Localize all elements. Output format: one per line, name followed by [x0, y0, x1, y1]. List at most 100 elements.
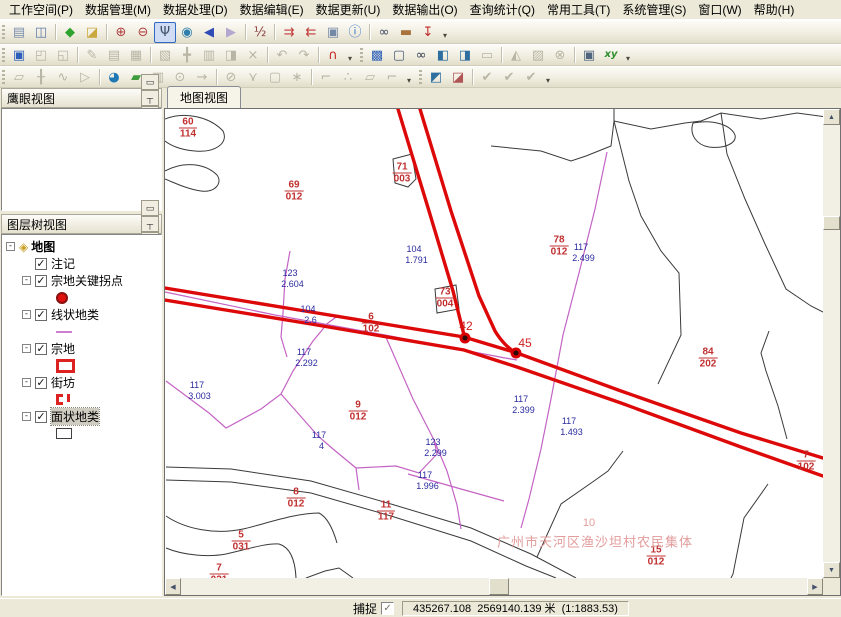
toolbar-grip[interactable]	[2, 25, 5, 40]
menu-data-update[interactable]: 数据更新(U)	[310, 0, 387, 20]
image-display-button[interactable]: ◪	[81, 22, 103, 43]
horizontal-scrollbar[interactable]: ◀ ▶	[165, 578, 823, 595]
block-checkbox[interactable]: ✓	[35, 377, 47, 389]
toolbar-overflow-button[interactable]: ▾	[439, 22, 451, 42]
measure-icon: ▬	[400, 26, 412, 39]
update-forward-button[interactable]: ⇉	[278, 22, 300, 43]
pin-button[interactable]: ┬	[141, 216, 159, 232]
expand-collapse-icon[interactable]: -	[6, 242, 15, 251]
scroll-right-button[interactable]: ▶	[807, 578, 823, 595]
expand-collapse-icon[interactable]: -	[22, 344, 31, 353]
zoom-select-right-button[interactable]: ◨	[454, 45, 476, 66]
query-find-button[interactable]: ∞	[410, 45, 432, 66]
toolbar-overflow-button[interactable]: ▾	[344, 45, 356, 65]
menu-data-process[interactable]: 数据处理(D)	[157, 0, 234, 20]
menu-workspace[interactable]: 工作空间(P)	[3, 0, 79, 20]
menu-query-stats[interactable]: 查询统计(Q)	[464, 0, 541, 20]
toolbar-overflow-button[interactable]: ▾	[622, 45, 634, 65]
eagle-eye-panel-title: 鹰眼视图	[7, 90, 139, 107]
window-red-button[interactable]: ◪	[447, 67, 469, 88]
parcel-label: 5031	[232, 530, 251, 553]
dots-button: ∴	[337, 67, 359, 88]
expand-collapse-icon[interactable]: -	[22, 412, 31, 421]
scroll-left-button[interactable]: ◀	[165, 578, 181, 595]
menu-window[interactable]: 窗口(W)	[692, 0, 747, 20]
snap-checkbox[interactable]: ✓	[381, 602, 394, 615]
parcel-checkbox[interactable]: ✓	[35, 343, 47, 355]
mark-button[interactable]: ↧	[417, 22, 439, 43]
back-view-button[interactable]: ◀	[198, 22, 220, 43]
snap-magnet-button[interactable]: ∩	[322, 45, 344, 66]
find-button[interactable]: ∞	[373, 22, 395, 43]
save-button[interactable]: ▣	[8, 45, 30, 66]
paste-feature-button: ◨	[220, 45, 242, 66]
new-feature-button: ▧	[154, 45, 176, 66]
coordinate-xy-button[interactable]: xy	[600, 45, 622, 66]
vertical-scrollbar[interactable]: ▲ ▼	[823, 109, 840, 578]
float-button[interactable]: ▭	[141, 200, 159, 216]
layer-control-button[interactable]: ▩	[366, 45, 388, 66]
menu-help[interactable]: 帮助(H)	[748, 0, 801, 20]
expand-collapse-icon[interactable]: -	[22, 378, 31, 387]
toolbar-grip[interactable]	[2, 48, 5, 63]
eagle-eye-view[interactable]	[1, 108, 162, 211]
layer-label-annotation[interactable]: 注记	[51, 255, 75, 272]
menu-common-tools[interactable]: 常用工具(T)	[541, 0, 616, 20]
area-landuse-checkbox[interactable]: ✓	[35, 411, 47, 423]
zoom-in-button[interactable]: ⊕	[110, 22, 132, 43]
toolbar-overflow-button[interactable]: ▾	[542, 67, 554, 87]
pan-button[interactable]: Ψ	[154, 22, 176, 43]
menu-data-output[interactable]: 数据输出(O)	[386, 0, 463, 20]
select-rect-button[interactable]: ▢	[388, 45, 410, 66]
export-map-button[interactable]: ◫	[30, 22, 52, 43]
parcel-key-points-checkbox[interactable]: ✓	[35, 275, 47, 287]
tab-map-view[interactable]: 地图视图	[167, 86, 241, 109]
symbol-row-linear-landuse	[6, 323, 161, 340]
parcel-label: 69012	[285, 180, 304, 203]
cross-tool-icon: ╂	[37, 71, 45, 84]
scale-display-button[interactable]: ½	[249, 22, 271, 43]
map-window-button[interactable]: ▣	[578, 45, 600, 66]
map-canvas[interactable]: 6011469012710037801273004610290128420280…	[165, 109, 823, 578]
layer-label-parcel[interactable]: 宗地	[51, 340, 75, 357]
measure-label: 1173.003	[183, 380, 211, 402]
forward-view-button[interactable]: ▶	[220, 22, 242, 43]
toolbar-overflow-button[interactable]: ▾	[403, 67, 415, 87]
expand-collapse-icon[interactable]: -	[22, 310, 31, 319]
full-extent-button[interactable]: ◉	[176, 22, 198, 43]
menu-data-edit[interactable]: 数据编辑(E)	[234, 0, 310, 20]
toolbar-separator	[574, 47, 575, 63]
layer-tree-root-label[interactable]: 地图	[31, 238, 55, 255]
toolbar-grip[interactable]	[360, 48, 363, 63]
layer-label-area-landuse[interactable]: 面状地类	[51, 408, 99, 425]
info-button[interactable]: ⓘ	[344, 22, 366, 43]
new-map-button[interactable]: ▤	[8, 22, 30, 43]
symbol-row-parcel	[6, 357, 161, 374]
pin-button[interactable]: ┬	[141, 90, 159, 106]
add-data-button[interactable]: ◆	[59, 22, 81, 43]
copy-window-button[interactable]: ▣	[322, 22, 344, 43]
pie-stat-button[interactable]: ◕	[103, 67, 125, 88]
zoom-out-button[interactable]: ⊖	[132, 22, 154, 43]
zoom-window2-button[interactable]: ◩	[425, 67, 447, 88]
float-button[interactable]: ▭	[141, 74, 159, 90]
measure-button[interactable]: ▬	[395, 22, 417, 43]
scroll-up-button[interactable]: ▲	[823, 109, 840, 125]
layer-label-linear-landuse[interactable]: 线状地类	[51, 306, 99, 323]
scroll-down-button[interactable]: ▼	[823, 562, 840, 578]
update-back-button[interactable]: ⇇	[300, 22, 322, 43]
key-point-dot	[460, 333, 471, 344]
export-map-icon: ◫	[35, 26, 47, 39]
layer-label-block[interactable]: 街坊	[51, 374, 75, 391]
vertical-scroll-thumb[interactable]	[823, 216, 840, 230]
menu-system-manage[interactable]: 系统管理(S)	[616, 0, 692, 20]
layer-label-parcel-key-points[interactable]: 宗地关键拐点	[51, 272, 123, 289]
toolbar-grip[interactable]	[419, 70, 422, 85]
horizontal-scroll-thumb[interactable]	[489, 578, 509, 595]
menu-data-manage[interactable]: 数据管理(M)	[79, 0, 157, 20]
linear-landuse-checkbox[interactable]: ✓	[35, 309, 47, 321]
toolbar-grip[interactable]	[2, 70, 5, 85]
zoom-select-left-button[interactable]: ◧	[432, 45, 454, 66]
expand-collapse-icon[interactable]: -	[22, 276, 31, 285]
annotation-checkbox[interactable]: ✓	[35, 258, 47, 270]
